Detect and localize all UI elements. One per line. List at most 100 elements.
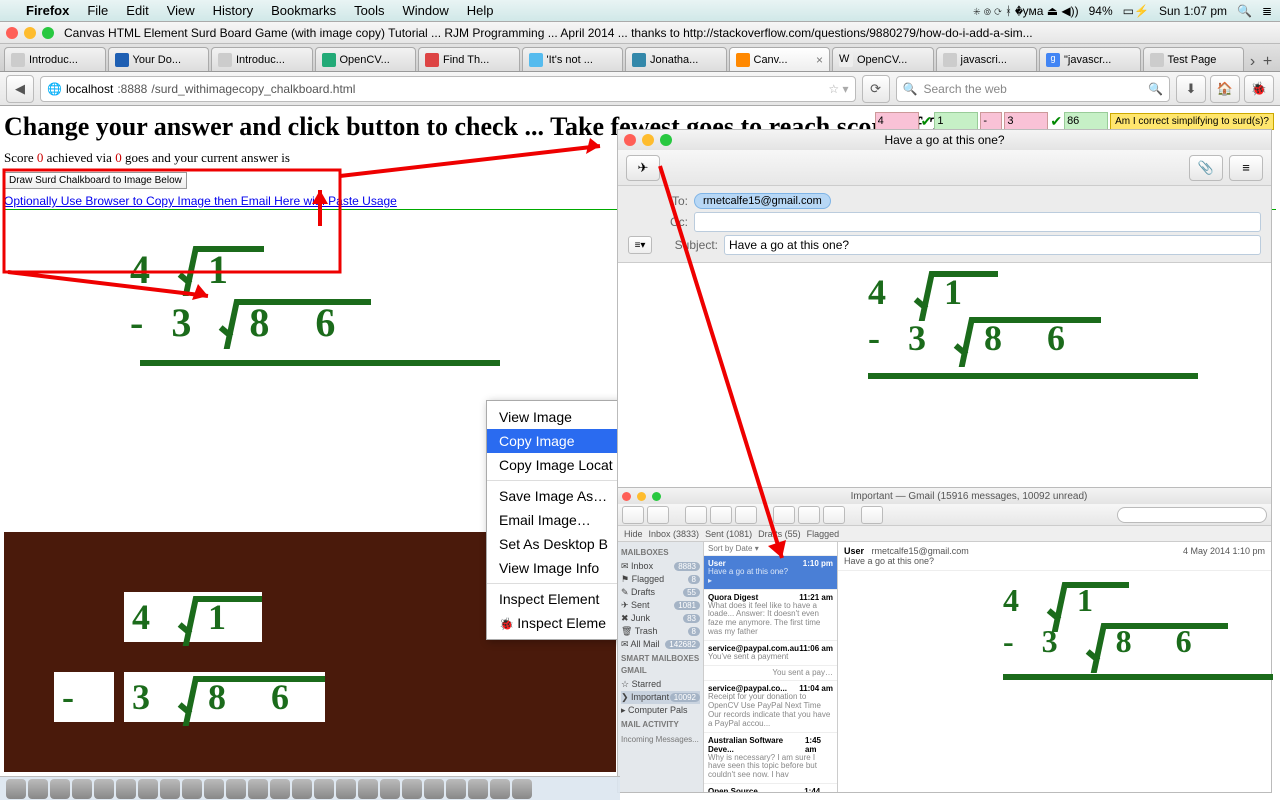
tab-11[interactable]: Test Page bbox=[1143, 47, 1245, 71]
tab-close-icon[interactable]: × bbox=[816, 53, 823, 67]
message-item[interactable]: Open Source Programmer1:44 amWould JFaaS… bbox=[704, 784, 837, 792]
tab-overflow-icon[interactable]: › bbox=[1250, 53, 1255, 71]
close-icon[interactable] bbox=[6, 27, 18, 39]
zoom-icon[interactable] bbox=[652, 492, 661, 501]
input-c[interactable] bbox=[980, 112, 1002, 130]
fav-inbox[interactable]: Inbox (3833) bbox=[649, 529, 700, 539]
spotlight-icon[interactable]: 🔍 bbox=[1237, 4, 1252, 18]
send-button[interactable]: ✈ bbox=[626, 155, 660, 181]
surd-canvas[interactable]: 4 1 - 3 8 6 bbox=[130, 246, 500, 366]
get-mail-button[interactable] bbox=[622, 506, 644, 524]
message-item[interactable]: You sent a pay… bbox=[704, 666, 837, 682]
message-item[interactable]: Quora Digest11:21 amWhat does it feel li… bbox=[704, 590, 837, 641]
input-b[interactable] bbox=[934, 112, 978, 130]
reply-all-button[interactable] bbox=[798, 506, 820, 524]
tab-0[interactable]: Introduc... bbox=[4, 47, 106, 71]
tab-10[interactable]: g"javascr... bbox=[1039, 47, 1141, 71]
junk-button[interactable] bbox=[735, 506, 757, 524]
menu-window[interactable]: Window bbox=[403, 3, 449, 18]
mb-starred[interactable]: ☆ Starred bbox=[621, 678, 700, 691]
fav-sent[interactable]: Sent (1081) bbox=[705, 529, 752, 539]
tab-1[interactable]: Your Do... bbox=[108, 47, 210, 71]
firebug-button[interactable]: 🐞 bbox=[1244, 75, 1274, 103]
bookmark-star-icon[interactable]: ☆ ▾ bbox=[828, 82, 848, 96]
format-button[interactable]: ≡ bbox=[1229, 155, 1263, 181]
message-pane: User rmetcalfe15@gmail.com 4 May 2014 1:… bbox=[838, 542, 1271, 792]
search-go-icon[interactable]: 🔍 bbox=[1148, 82, 1163, 96]
check-button[interactable]: Am I correct simplifying to surd(s)? bbox=[1110, 113, 1274, 130]
mb-junk[interactable]: ✖ Junk83 bbox=[621, 612, 700, 625]
message-item[interactable]: service@paypal.com.au11:06 amYou've sent… bbox=[704, 641, 837, 666]
menu-history[interactable]: History bbox=[213, 3, 253, 18]
menu-file[interactable]: File bbox=[87, 3, 108, 18]
forward-button[interactable] bbox=[823, 506, 845, 524]
mailbox-sidebar: MAILBOXES ✉ Inbox8883 ⚑ Flagged8 ✎ Draft… bbox=[618, 542, 704, 792]
delete-button[interactable] bbox=[710, 506, 732, 524]
downloads-button[interactable]: ⬇ bbox=[1176, 75, 1206, 103]
message-item[interactable]: Australian Software Deve...1:45 amWhy is… bbox=[704, 733, 837, 784]
mb-trash[interactable]: 🗑 Trash8 bbox=[621, 625, 700, 638]
input-e[interactable] bbox=[1064, 112, 1108, 130]
compose-button[interactable] bbox=[647, 506, 669, 524]
minimize-icon[interactable] bbox=[642, 134, 654, 146]
menu-tools[interactable]: Tools bbox=[354, 3, 384, 18]
home-button[interactable]: 🏠 bbox=[1210, 75, 1240, 103]
mb-flagged[interactable]: ⚑ Flagged8 bbox=[621, 573, 700, 586]
tab-9[interactable]: javascri... bbox=[936, 47, 1038, 71]
subject-field[interactable] bbox=[724, 235, 1261, 255]
mb-computer-pals[interactable]: ▸ Computer Pals bbox=[621, 704, 700, 717]
window-controls[interactable] bbox=[6, 27, 54, 39]
menu-bookmarks[interactable]: Bookmarks bbox=[271, 3, 336, 18]
mb-sent[interactable]: ✈ Sent1081 bbox=[621, 599, 700, 612]
tab-2[interactable]: Introduc... bbox=[211, 47, 313, 71]
zoom-icon[interactable] bbox=[42, 27, 54, 39]
tab-5[interactable]: 'It's not ... bbox=[522, 47, 624, 71]
mb-important[interactable]: ❯ Important10092 bbox=[621, 691, 700, 704]
tab-6[interactable]: Jonatha... bbox=[625, 47, 727, 71]
cc-field[interactable] bbox=[694, 212, 1261, 232]
compose-body[interactable]: 41 -38 6 bbox=[618, 262, 1271, 492]
message-item-selected[interactable]: User1:10 pm Have a go at this one? ▸ bbox=[704, 556, 837, 590]
fav-hide[interactable]: Hide bbox=[624, 529, 643, 539]
draw-chalkboard-button[interactable]: Draw Surd Chalkboard to Image Below bbox=[4, 172, 187, 189]
tab-4[interactable]: Find Th... bbox=[418, 47, 520, 71]
to-label: To: bbox=[628, 194, 688, 208]
tab-8[interactable]: WOpenCV... bbox=[832, 47, 934, 71]
attach-button[interactable]: 📎 bbox=[1189, 155, 1223, 181]
minimize-icon[interactable] bbox=[637, 492, 646, 501]
new-tab-button[interactable]: + bbox=[1263, 53, 1272, 71]
menu-edit[interactable]: Edit bbox=[126, 3, 148, 18]
input-a[interactable] bbox=[875, 112, 919, 130]
reply-button[interactable] bbox=[773, 506, 795, 524]
fav-drafts[interactable]: Drafts (55) bbox=[758, 529, 801, 539]
close-icon[interactable] bbox=[622, 492, 631, 501]
flag-button[interactable] bbox=[861, 506, 883, 524]
sort-label[interactable]: Sort by Date ▾ bbox=[704, 542, 837, 556]
search-bar[interactable]: 🔍 Search the web 🔍 bbox=[896, 76, 1170, 102]
zoom-icon[interactable] bbox=[660, 134, 672, 146]
reload-button[interactable]: ⟳ bbox=[862, 75, 890, 103]
email-paste-link[interactable]: Optionally Use Browser to Copy Image the… bbox=[4, 194, 397, 208]
notification-center-icon[interactable]: ≣ bbox=[1262, 4, 1272, 18]
message-item[interactable]: service@paypal.co...11:04 amReceipt for … bbox=[704, 681, 837, 732]
close-icon[interactable] bbox=[624, 134, 636, 146]
fav-flagged[interactable]: Flagged bbox=[807, 529, 840, 539]
mb-allmail[interactable]: ✉ All Mail142682 bbox=[621, 638, 700, 651]
mb-inbox[interactable]: ✉ Inbox8883 bbox=[621, 560, 700, 573]
back-button[interactable]: ◀ bbox=[6, 75, 34, 103]
archive-button[interactable] bbox=[685, 506, 707, 524]
tab-7[interactable]: Canv...× bbox=[729, 47, 831, 71]
app-name[interactable]: Firefox bbox=[26, 3, 69, 18]
url-bar[interactable]: 🌐 localhost:8888/surd_withimagecopy_chal… bbox=[40, 76, 856, 102]
menu-view[interactable]: View bbox=[167, 3, 195, 18]
to-recipient[interactable]: rmetcalfe15@gmail.com bbox=[694, 193, 831, 209]
dock[interactable] bbox=[0, 776, 620, 800]
minimize-icon[interactable] bbox=[24, 27, 36, 39]
header-expand-button[interactable]: ≡▾ bbox=[628, 236, 652, 254]
tab-3[interactable]: OpenCV... bbox=[315, 47, 417, 71]
mail-search[interactable] bbox=[1117, 507, 1267, 523]
coef-1: 4 bbox=[130, 246, 168, 293]
menu-help[interactable]: Help bbox=[467, 3, 494, 18]
input-d[interactable] bbox=[1004, 112, 1048, 130]
mb-drafts[interactable]: ✎ Drafts55 bbox=[621, 586, 700, 599]
